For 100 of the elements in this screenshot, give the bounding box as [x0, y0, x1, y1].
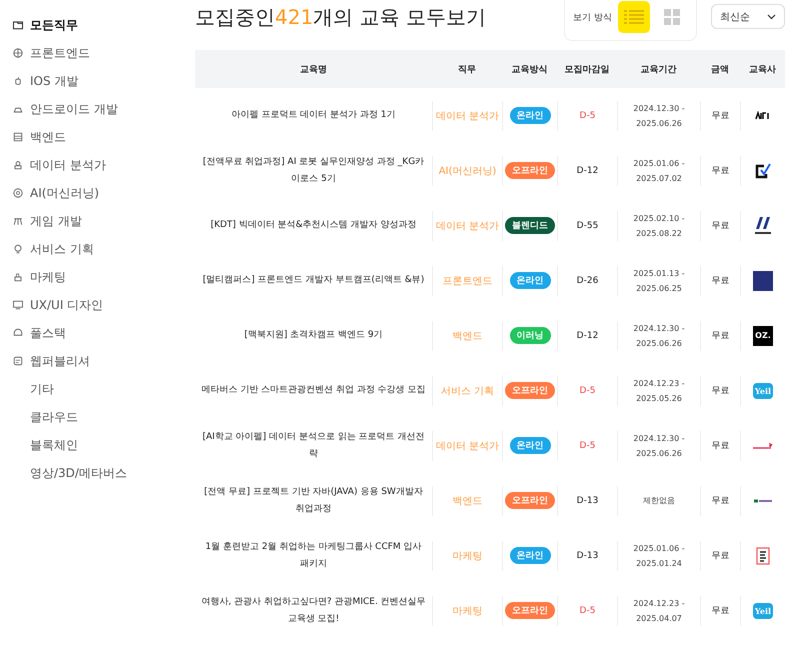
mode-badge: 오프라인 [505, 162, 555, 179]
period-text: 2025.02.10 - 2025.08.22 [633, 212, 685, 240]
mode-badge: 온라인 [510, 272, 550, 289]
course-name[interactable]: 메타버스 기반 스마트관광컨벤션 취업 과정 수강생 모집 [201, 382, 426, 399]
job-category: 데이터 분석가 [436, 220, 500, 232]
list-view-button[interactable] [618, 1, 650, 33]
job-category: 백엔드 [452, 330, 482, 342]
deadline-text: D-5 [580, 386, 596, 396]
job-category: AI(머신러닝) [438, 164, 496, 178]
list-icon [624, 8, 644, 26]
sidebar-item[interactable]: 게임 개발 [0, 207, 195, 235]
page-title: 모집중인421개의 교육 모두보기 [195, 4, 487, 31]
price-text: 무료 [712, 275, 730, 287]
price-text: 무료 [712, 165, 730, 177]
job-category: 마케팅 [452, 604, 482, 618]
period-text: 2025.01.13 - 2025.06.25 [633, 268, 685, 294]
sidebar-item[interactable]: 모든직무 [0, 11, 195, 39]
chevron-down-icon [767, 14, 776, 20]
period-text: 2024.12.30 - 2025.06.26 [633, 102, 685, 130]
course-name[interactable]: 여행사, 관광사 취업하고싶다면? 관광MICE. 컨벤션실무 교육생 모집! [201, 594, 426, 628]
deadline-text: D-55 [576, 220, 598, 230]
course-name[interactable]: [전액무료 취업과정] AI 로봇 실무인재양성 과정 _KG카이로스 5기 [201, 154, 426, 188]
deadline-text: D-12 [576, 166, 598, 176]
mode-badge: 온라인 [510, 107, 550, 124]
sidebar-item[interactable]: 클라우드 [0, 403, 195, 431]
sidebar-item[interactable]: 안드로이드 개발 [0, 95, 195, 123]
job-category: 프론트엔드 [442, 274, 492, 288]
price-text: 무료 [712, 110, 730, 122]
course-name[interactable]: 아이펠 프로덕트 데이터 분석가 과정 1기 [231, 107, 396, 124]
sidebar-item[interactable]: 풀스택 [0, 319, 195, 347]
job-category: 데이터 분석가 [436, 440, 500, 452]
deadline-text: D-13 [576, 550, 598, 560]
sidebar-item[interactable]: IOS 개발 [0, 67, 195, 95]
sidebar-item[interactable]: 블록체인 [0, 431, 195, 459]
period-text: 2024.12.30 - 2025.06.26 [633, 322, 685, 350]
price-text: 무료 [712, 220, 730, 232]
course-name[interactable]: [멀티캠퍼스] 프론트엔드 개발자 부트캠프(리액트 &뷰) [202, 272, 424, 289]
bulb-icon [12, 243, 24, 255]
deadline-text: D-26 [576, 276, 598, 286]
mode-badge: 블렌디드 [505, 217, 555, 234]
job-category: 마케팅 [452, 550, 482, 562]
sidebar-item[interactable]: 기타 [0, 375, 195, 403]
mode-badge: 오프라인 [505, 602, 555, 619]
course-name[interactable]: [AI학교 아이펠] 데이터 분석으로 읽는 프로덕트 개선전략 [201, 428, 426, 462]
column-header: 교육명 [195, 50, 432, 88]
mode-badge: 온라인 [510, 437, 550, 454]
logo: Yeil [752, 382, 774, 398]
logo-icon [756, 546, 770, 564]
emblem-logo-icon [753, 214, 773, 236]
monitor-icon [12, 299, 24, 311]
sort-dropdown[interactable]: 최신순 [711, 4, 785, 29]
sidebar-item[interactable]: 백엔드 [0, 123, 195, 151]
mode-badge: 이러닝 [510, 327, 550, 344]
logo-icon [754, 498, 772, 502]
price-text: 무료 [712, 605, 730, 617]
price-text: 무료 [712, 550, 730, 562]
column-header: 직무 [432, 50, 502, 88]
document-icon [12, 355, 24, 367]
sidebar-item[interactable]: 프론트엔드 [0, 39, 195, 67]
job-category: 데이터 분석가 [436, 110, 500, 122]
column-header: 교육방식 [502, 50, 557, 88]
deadline-text: D-5 [580, 606, 596, 616]
checkmark-logo-icon [754, 162, 772, 180]
logo: Yeil [752, 602, 774, 618]
folder-icon [12, 19, 24, 31]
period-text: 2024.12.23 - 2025.05.26 [633, 378, 685, 404]
deadline-text: D-5 [580, 110, 596, 120]
view-label: 보기 방식 [573, 12, 612, 24]
mode-badge: 온라인 [510, 547, 550, 564]
logo: OZ. [753, 326, 773, 346]
price-text: 무료 [712, 385, 730, 397]
mode-badge: 오프라인 [505, 492, 555, 509]
column-header: 교육기간 [617, 50, 700, 88]
sidebar-item[interactable]: 웹퍼블리셔 [0, 347, 195, 375]
period-text: 2024.12.30 - 2025.06.26 [633, 432, 685, 460]
person-icon [12, 159, 24, 171]
price-text: 무료 [712, 330, 730, 342]
job-category: 서비스 기획 [440, 384, 494, 398]
sidebar-item[interactable]: UX/UI 디자인 [0, 291, 195, 319]
sidebar-item[interactable]: 데이터 분석가 [0, 151, 195, 179]
logo-icon [755, 110, 771, 120]
logo-block [753, 270, 773, 290]
period-text: 2024.12.23 - 2025.04.07 [633, 598, 685, 624]
course-name[interactable]: [KDT] 빅데이터 분석&추천시스템 개발자 양성과정 [210, 217, 416, 234]
period-text: 제한없음 [643, 495, 675, 507]
sidebar-item[interactable]: 마케팅 [0, 263, 195, 291]
deadline-text: D-5 [580, 440, 596, 450]
column-header: 모집마감일 [557, 50, 617, 88]
globe-icon [12, 47, 24, 59]
sidebar-item[interactable]: 서비스 기획 [0, 235, 195, 263]
course-name[interactable]: [맥북지원] 초격차캠프 백엔드 9기 [244, 327, 383, 344]
price-text: 무료 [712, 495, 730, 507]
sidebar-item[interactable]: AI(머신러닝) [0, 179, 195, 207]
deadline-text: D-13 [576, 496, 598, 506]
logo-icon [752, 442, 774, 450]
column-header: 금액 [700, 50, 740, 88]
period-text: 2025.01.06 - 2025.07.02 [633, 158, 685, 184]
sidebar-item[interactable]: 영상/3D/메타버스 [0, 459, 195, 487]
course-name[interactable]: 1월 훈련받고 2월 취업하는 마케팅그룹사 CCFM 입사 패키지 [201, 538, 426, 572]
course-name[interactable]: [전액 무료] 프로젝트 기반 자바(JAVA) 응용 SW개발자 취업과정 [201, 484, 426, 518]
